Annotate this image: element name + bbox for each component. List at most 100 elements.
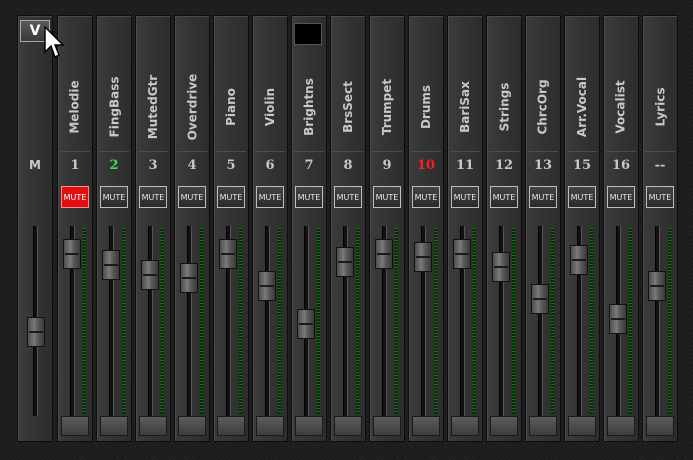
channel-number: 6	[265, 158, 275, 173]
select-button[interactable]	[568, 416, 596, 436]
mute-button[interactable]: MUTE	[373, 186, 401, 208]
select-button[interactable]	[646, 416, 674, 436]
select-button[interactable]	[451, 416, 479, 436]
channel-strip: Overdrive 4 MUTE	[174, 15, 210, 442]
select-button[interactable]	[256, 416, 284, 436]
master-fader-thumb[interactable]	[27, 317, 45, 348]
channel-number: 5	[226, 158, 236, 173]
level-meter	[668, 228, 671, 414]
level-meter	[395, 228, 398, 414]
channel-name: Lyrics	[643, 66, 677, 148]
fader-thumb[interactable]	[180, 262, 198, 293]
divider	[99, 151, 129, 152]
level-meter	[512, 228, 515, 414]
select-button[interactable]	[373, 416, 401, 436]
fader-track[interactable]	[187, 226, 192, 416]
level-meter	[629, 228, 632, 414]
channel-name-label: Lyrics	[653, 87, 668, 127]
channel-name: FingBass	[97, 66, 131, 148]
mute-button[interactable]: MUTE	[100, 186, 128, 208]
channel-number: 11	[455, 158, 475, 173]
select-button[interactable]	[61, 416, 89, 436]
mute-button[interactable]: MUTE	[607, 186, 635, 208]
channel-name-label: MutedGtr	[146, 74, 161, 140]
fader-thumb[interactable]	[336, 246, 354, 277]
level-meter	[161, 228, 164, 414]
mute-button[interactable]: MUTE	[61, 186, 89, 208]
fader-track[interactable]	[538, 226, 543, 416]
mute-button[interactable]: MUTE	[178, 186, 206, 208]
level-meter	[278, 228, 281, 414]
channel-number: 12	[494, 158, 514, 173]
fader-thumb[interactable]	[609, 304, 627, 335]
channel-name-label: Arr.Vocal	[575, 76, 590, 138]
select-button[interactable]	[139, 416, 167, 436]
channel-color-swatch	[294, 23, 322, 45]
channel-name: Piano	[214, 66, 248, 148]
channel-strip: Violin 6 MUTE	[252, 15, 288, 442]
select-button[interactable]	[100, 416, 128, 436]
select-button[interactable]	[490, 416, 518, 436]
fader-thumb[interactable]	[531, 283, 549, 314]
channel-name-label: ChrcOrg	[536, 79, 550, 135]
select-button[interactable]	[529, 416, 557, 436]
fader-thumb[interactable]	[648, 270, 666, 301]
divider	[489, 151, 519, 152]
mute-button[interactable]: MUTE	[451, 186, 479, 208]
fader-track[interactable]	[148, 226, 153, 416]
select-button[interactable]	[607, 416, 635, 436]
mute-button[interactable]: MUTE	[139, 186, 167, 208]
mute-button[interactable]: MUTE	[646, 186, 674, 208]
mute-button[interactable]: MUTE	[568, 186, 596, 208]
channel-name: Drums	[409, 66, 443, 148]
mute-button[interactable]: MUTE	[529, 186, 557, 208]
fader-thumb[interactable]	[297, 309, 315, 340]
fader-thumb[interactable]	[453, 238, 471, 269]
fader-thumb[interactable]	[219, 238, 237, 269]
channel-name: Overdrive	[175, 66, 209, 148]
fader-thumb[interactable]	[258, 270, 276, 301]
fader-thumb[interactable]	[375, 238, 393, 269]
channel-number: 16	[611, 158, 631, 173]
mixer-window: M V X Melodie1MUTEFingBass2MUTEMutedGtr3…	[0, 0, 693, 460]
channel-strip: Melodie 1 MUTE	[57, 15, 93, 442]
level-meter	[317, 228, 320, 414]
mute-button[interactable]: MUTE	[295, 186, 323, 208]
fader-thumb[interactable]	[102, 250, 120, 280]
channel-number: 15	[572, 158, 592, 173]
mute-button[interactable]: MUTE	[217, 186, 245, 208]
fader-thumb[interactable]	[570, 245, 588, 276]
mute-button[interactable]: MUTE	[334, 186, 362, 208]
select-button[interactable]	[178, 416, 206, 436]
channel-number: 2	[109, 158, 119, 173]
channel-name: Trumpet	[370, 66, 404, 148]
fader-thumb[interactable]	[414, 242, 432, 272]
channel-name: Violin	[253, 66, 287, 148]
select-button[interactable]	[217, 416, 245, 436]
mute-button[interactable]: MUTE	[412, 186, 440, 208]
mute-button[interactable]: MUTE	[256, 186, 284, 208]
select-button[interactable]	[295, 416, 323, 436]
channel-strip: Brightns 7 MUTE	[291, 15, 327, 442]
channel-strip: BariSax 11 MUTE	[447, 15, 483, 442]
select-button[interactable]	[334, 416, 362, 436]
channel-name-label: Vocalist	[614, 80, 629, 134]
divider	[567, 151, 597, 152]
channel-name: ChrcOrg	[526, 66, 560, 148]
divider	[411, 151, 441, 152]
divider	[372, 151, 402, 152]
fader-thumb[interactable]	[141, 259, 159, 290]
channel-number: 3	[148, 158, 158, 173]
fader-thumb[interactable]	[492, 251, 510, 282]
channel-name: Vocalist	[604, 66, 638, 148]
fader-track[interactable]	[265, 226, 270, 416]
channel-name: BariSax	[448, 66, 482, 148]
mute-button[interactable]: MUTE	[490, 186, 518, 208]
channel-number: 9	[382, 158, 392, 173]
mouse-cursor-icon	[44, 26, 64, 58]
fader-thumb[interactable]	[63, 238, 81, 269]
select-button[interactable]	[412, 416, 440, 436]
channel-number: --	[654, 158, 666, 173]
fader-track[interactable]	[655, 226, 660, 416]
master-label: M	[29, 158, 41, 172]
